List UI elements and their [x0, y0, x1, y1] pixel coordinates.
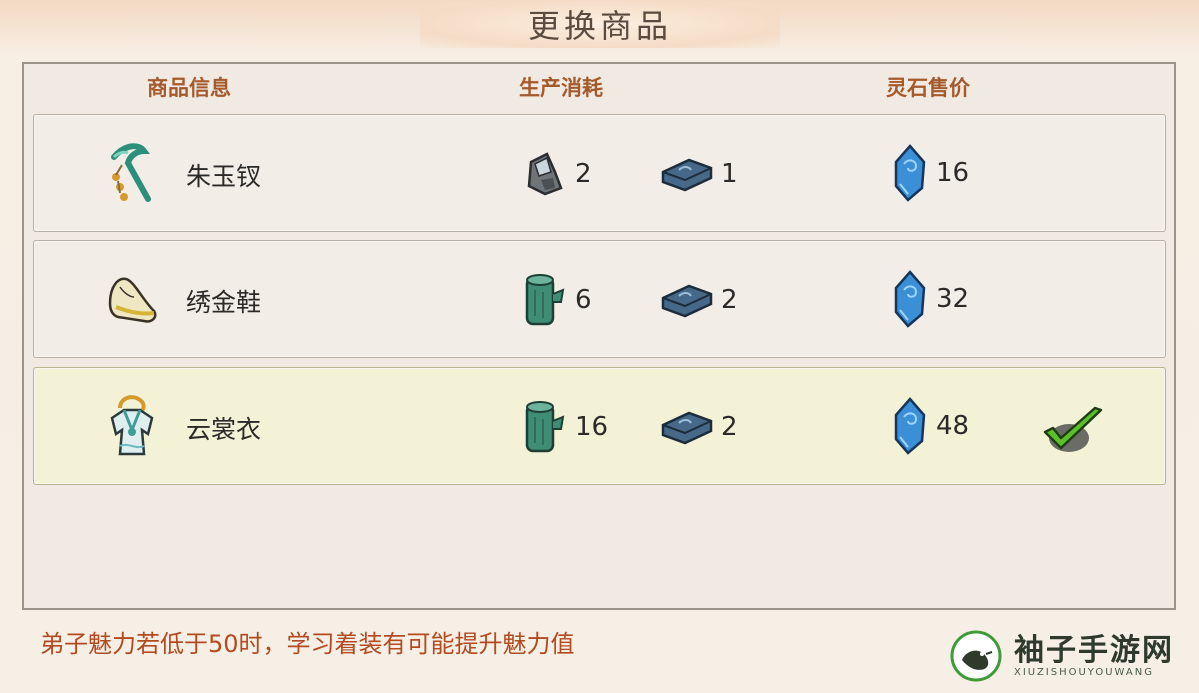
column-header-price: 灵石售价	[886, 76, 970, 100]
spirit-stone-icon	[894, 144, 926, 202]
jade-hairpin-icon	[111, 143, 151, 202]
checkmark-icon	[1043, 406, 1103, 452]
material-cost-1: 2	[521, 148, 592, 200]
spirit-stone-price: 16	[890, 143, 969, 203]
dialog-title: 更换商品	[527, 7, 672, 45]
item-row-yunshangyi[interactable]: 云裳衣 16 2 48	[33, 367, 1166, 485]
material-qty: 2	[721, 412, 738, 442]
spirit-stone-price: 32	[890, 269, 969, 329]
column-header-cost: 生产消耗	[519, 76, 603, 100]
cloud-robe-icon	[110, 395, 154, 456]
title-banner: 更换商品	[420, 0, 780, 48]
material-qty: 2	[721, 285, 738, 315]
item-row-zhuyuchai[interactable]: 朱玉钗 2 1 16	[33, 114, 1166, 232]
wood-log-icon	[525, 274, 565, 326]
material-qty: 2	[575, 159, 592, 189]
material-cost-2: 2	[659, 401, 738, 453]
item-name: 绣金鞋	[186, 288, 262, 317]
price-value: 48	[936, 411, 970, 441]
iron-ingot-icon	[661, 284, 713, 318]
material-cost-2: 1	[659, 148, 738, 200]
spirit-stone-price: 48	[890, 396, 969, 456]
bird-logo-icon	[950, 630, 1002, 682]
charm-tip-text: 弟子魅力若低于50时，学习着装有可能提升魅力值	[40, 630, 575, 658]
column-header-info: 商品信息	[147, 76, 231, 100]
material-qty: 6	[575, 285, 592, 315]
material-cost-1: 16	[521, 401, 608, 453]
price-value: 16	[936, 158, 970, 188]
price-value: 32	[936, 284, 970, 314]
iron-ingot-icon	[661, 158, 713, 192]
site-watermark: 袖子手游网 XIUZISHOUYOUWANG	[950, 628, 1174, 684]
embroidered-shoe-icon	[108, 277, 157, 323]
wood-log-icon	[525, 401, 565, 453]
watermark-subtitle: XIUZISHOUYOUWANG	[1014, 666, 1154, 678]
material-qty: 1	[721, 159, 738, 189]
stone-ore-icon	[527, 152, 563, 196]
iron-ingot-icon	[661, 411, 713, 445]
spirit-stone-icon	[894, 270, 926, 328]
watermark-title: 袖子手游网	[1014, 632, 1174, 668]
material-cost-2: 2	[659, 274, 738, 326]
item-name: 云裳衣	[186, 415, 262, 444]
item-name: 朱玉钗	[186, 162, 262, 191]
material-cost-1: 6	[521, 274, 592, 326]
spirit-stone-icon	[894, 397, 926, 455]
material-qty: 16	[575, 412, 609, 442]
item-row-xiujinxie[interactable]: 绣金鞋 6 2 32	[33, 240, 1166, 358]
